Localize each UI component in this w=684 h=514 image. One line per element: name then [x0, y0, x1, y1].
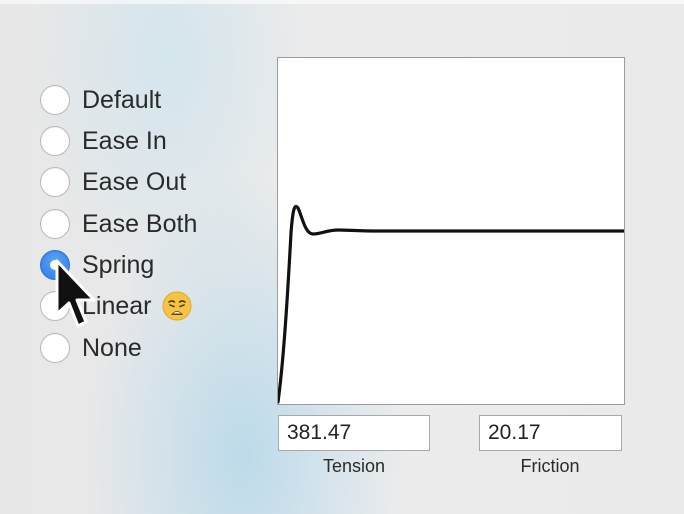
radio-label-ease-out: Ease Out — [82, 167, 187, 196]
radio-label-ease-both: Ease Both — [82, 209, 198, 238]
radio-option-none[interactable]: None — [40, 331, 260, 365]
tension-input[interactable]: 381.47 — [278, 415, 430, 451]
radio-button-ease-in[interactable] — [40, 126, 70, 156]
radio-option-default[interactable]: Default — [40, 83, 260, 117]
mouse-pointer-icon — [55, 259, 96, 328]
friction-input[interactable]: 20.17 — [479, 415, 622, 451]
radio-option-ease-out[interactable]: Ease Out — [40, 165, 260, 199]
spring-curve-line — [276, 204, 626, 404]
easing-curve-preview — [276, 57, 626, 405]
radio-option-ease-both[interactable]: Ease Both — [40, 207, 260, 241]
radio-button-ease-out[interactable] — [40, 167, 70, 197]
top-edge — [0, 0, 684, 4]
tension-label: Tension — [322, 456, 386, 476]
weary-face-emoji-icon — [162, 291, 191, 321]
friction-label: Friction — [520, 456, 580, 476]
radio-label-none: None — [82, 333, 142, 362]
easing-popover: Default Ease In Ease Out Ease Both Sprin… — [0, 0, 684, 514]
radio-label-ease-in: Ease In — [82, 126, 167, 155]
radio-option-ease-in[interactable]: Ease In — [40, 124, 260, 158]
radio-button-default[interactable] — [40, 85, 70, 115]
radio-button-none[interactable] — [40, 333, 70, 363]
radio-label-default: Default — [82, 85, 162, 114]
radio-button-ease-both[interactable] — [40, 209, 70, 239]
spring-curve — [276, 204, 626, 404]
